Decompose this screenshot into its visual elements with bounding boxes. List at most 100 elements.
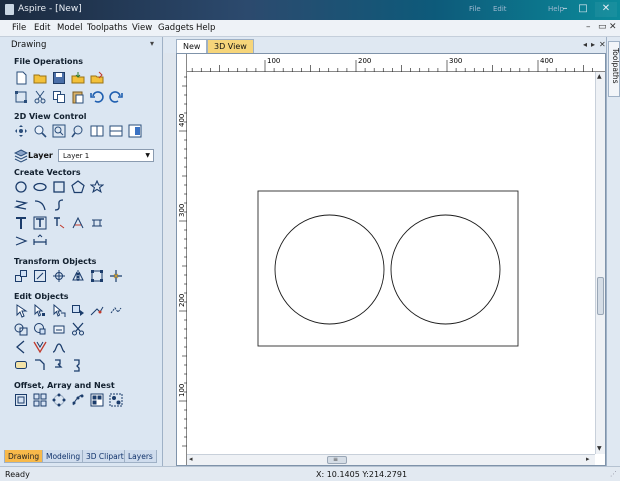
pin-icon[interactable]: ▾ [150,39,154,48]
interactive-icon[interactable] [71,304,85,318]
tbone-icon[interactable] [71,358,85,372]
tab-scroll-right-icon[interactable]: ▸ [591,40,595,49]
angle-icon[interactable] [14,340,28,354]
star-icon[interactable] [90,180,104,194]
node-edit-icon[interactable] [33,304,47,318]
measure-icon[interactable] [33,234,47,248]
text-on-curve-icon[interactable] [33,216,47,230]
menu-help[interactable]: Help [196,23,215,33]
dimension-icon[interactable] [71,216,85,230]
redo-icon[interactable] [109,90,123,104]
mirror-icon[interactable] [71,269,85,283]
tab-new[interactable]: New [176,39,208,53]
extend-icon[interactable] [109,304,123,318]
tab-scroll-left-icon[interactable]: ◂ [583,40,587,49]
job-setup-icon[interactable] [14,90,28,104]
mdi-minimize-button[interactable]: – [586,22,591,32]
view-tile-icon[interactable] [109,124,123,138]
scroll-right-arrow-icon[interactable]: ▸ [586,455,590,463]
center-icon[interactable] [109,269,123,283]
rounded-rect-icon[interactable] [14,358,28,372]
tab-3d-clipart[interactable]: 3D Clipart [82,450,128,463]
transform-select-icon[interactable] [52,304,66,318]
menu-toolpaths[interactable]: Toolpaths [87,23,127,33]
text-arc-icon[interactable] [52,216,66,230]
copy-along-vector-icon[interactable] [71,393,85,407]
vertical-scroll-thumb[interactable] [597,277,604,315]
drawing-canvas[interactable] [177,54,595,454]
zoom-box-icon[interactable] [52,124,66,138]
vertical-scrollbar[interactable]: ▲ ▼ [595,72,605,454]
scale-icon[interactable] [33,269,47,283]
scissors-icon[interactable] [71,322,85,336]
circle-vector-right[interactable] [390,214,501,325]
scroll-up-arrow-icon[interactable]: ▲ [597,73,602,80]
view-toggle-icon[interactable] [128,124,142,138]
maximize-button[interactable]: □ [574,2,592,17]
copy-icon[interactable] [52,90,66,104]
arc-icon[interactable] [33,198,47,212]
tab-3d-view[interactable]: 3D View [207,39,254,53]
nest-parts-icon[interactable] [90,393,104,407]
smooth-curve-icon[interactable] [52,340,66,354]
mdi-close-button[interactable]: ✕ [609,22,617,32]
draw-line-icon[interactable] [14,234,28,248]
menu-model[interactable]: Model [57,23,83,33]
menu-gadgets[interactable]: Gadgets [158,23,194,33]
material-boundary[interactable] [257,190,519,347]
circle-vector-left[interactable] [274,214,385,325]
save-icon[interactable] [52,71,66,85]
align-icon[interactable] [52,269,66,283]
paste-icon[interactable] [71,90,85,104]
set-size-icon[interactable] [90,269,104,283]
toolpaths-tab[interactable]: Toolpaths [608,41,620,97]
menu-edit[interactable]: Edit [34,23,50,33]
fillet-icon[interactable] [33,340,47,354]
circular-array-icon[interactable] [52,393,66,407]
ellipse-icon[interactable] [33,180,47,194]
curve-icon[interactable] [52,198,66,212]
tab-modeling[interactable]: Modeling [42,450,85,463]
zoom-icon[interactable] [33,124,47,138]
undo-icon[interactable] [90,90,104,104]
close-button[interactable]: ✕ [595,2,617,17]
rectangle-icon[interactable] [52,180,66,194]
mdi-restore-button[interactable]: ▭ [598,22,607,32]
scroll-down-arrow-icon[interactable]: ▼ [597,445,602,452]
move-icon[interactable] [14,269,28,283]
sheet-nest-icon[interactable] [109,393,123,407]
resize-grip-icon[interactable]: ⋰ [610,470,617,478]
pan-icon[interactable] [14,124,28,138]
trim-icon[interactable] [90,304,104,318]
chamfer-icon[interactable] [33,358,47,372]
polyline-icon[interactable] [14,198,28,212]
offset-icon[interactable] [14,393,28,407]
array-grid-icon[interactable] [33,393,47,407]
open-folder-icon[interactable] [33,71,47,85]
cut-icon[interactable] [33,90,47,104]
import-icon[interactable] [71,71,85,85]
weld-icon[interactable] [14,322,28,336]
zoom-all-icon[interactable] [71,124,85,138]
view-split-icon[interactable] [90,124,104,138]
join-icon[interactable] [52,322,66,336]
layer-dropdown[interactable]: Layer 1 ▼ [58,149,154,162]
subtract-icon[interactable] [33,322,47,336]
horizontal-scrollbar[interactable]: ◂ ≡ ▸ [187,454,595,465]
drawing-workspace[interactable]: 100 200 300 400 400 300 200 100 ▲ ▼ ◂ ≡ ▸ [176,53,606,466]
fit-icon[interactable] [90,216,104,230]
scroll-left-arrow-icon[interactable]: ◂ [189,455,193,463]
new-file-icon[interactable] [14,71,28,85]
tab-close-icon[interactable]: ✕ [599,40,606,49]
tab-drawing[interactable]: Drawing [4,450,44,463]
import-vectors-icon[interactable] [90,71,104,85]
menu-view[interactable]: View [132,23,152,33]
circle-icon[interactable] [14,180,28,194]
dogbone-icon[interactable] [52,358,66,372]
select-icon[interactable] [14,304,28,318]
horizontal-scroll-thumb[interactable]: ≡ [327,456,347,464]
minimize-button[interactable]: – [556,2,574,17]
polygon-icon[interactable] [71,180,85,194]
text-icon[interactable] [14,216,28,230]
menu-file[interactable]: File [12,23,26,33]
